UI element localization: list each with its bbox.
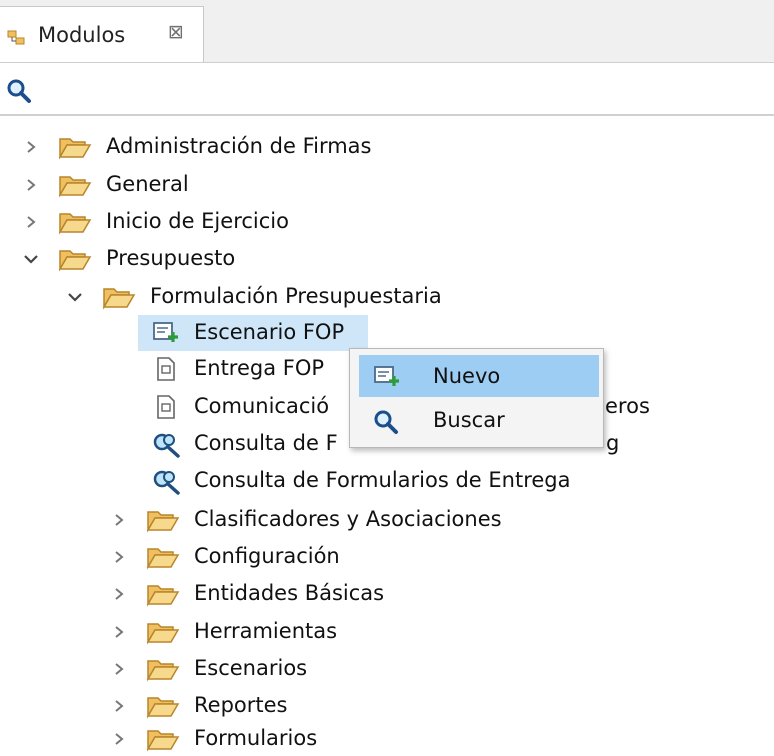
tree-node-label: Consulta de F: [194, 431, 338, 455]
tree-node-label-tail: g: [606, 431, 620, 455]
folder-open-icon: [102, 288, 136, 310]
tree-node-label-tail: eros: [605, 394, 650, 418]
filter-bar: [0, 70, 774, 116]
tree-node-entrega-fop[interactable]: Entrega FOP: [150, 352, 370, 386]
folder-open-icon: [146, 511, 180, 533]
tree-node-herramientas[interactable]: Herramientas: [108, 615, 608, 649]
new-entry-icon: [374, 366, 399, 386]
tree-node-escenario-fop[interactable]: Escenario FOP: [150, 316, 370, 350]
search-icon: [6, 78, 32, 108]
tab-title: Modulos: [38, 23, 126, 47]
tree-node-presupuesto[interactable]: Presupuesto: [20, 242, 520, 276]
chevron-right-icon[interactable]: [20, 130, 42, 164]
tree-node-label: Entidades Básicas: [194, 581, 385, 605]
menu-item-label: Nuevo: [433, 364, 501, 388]
tree-node-label: Escenarios: [194, 656, 308, 680]
folder-open-icon: [58, 213, 92, 235]
menu-item-label: Buscar: [433, 408, 505, 432]
folder-open-icon: [58, 250, 92, 272]
document-icon: [157, 357, 175, 381]
tree-node-clasificadores[interactable]: Clasificadores y Asociaciones: [108, 503, 608, 537]
menu-item-nuevo[interactable]: Nuevo: [359, 355, 599, 397]
tree-node-label: Configuración: [194, 544, 340, 568]
chevron-right-icon[interactable]: [108, 722, 130, 756]
tree-node-escenarios[interactable]: Escenarios: [108, 652, 608, 686]
folder-open-icon: [58, 138, 92, 160]
new-entry-icon: [153, 322, 178, 342]
chevron-right-icon[interactable]: [108, 540, 130, 574]
modules-view-icon: [6, 29, 28, 51]
document-icon: [157, 395, 175, 419]
chevron-right-icon[interactable]: [108, 615, 130, 649]
folder-open-icon: [146, 548, 180, 570]
tree-node-label: Formularios: [194, 726, 318, 750]
folder-open-icon: [146, 730, 180, 752]
tree-node-label: Administración de Firmas: [106, 134, 372, 158]
chevron-right-icon[interactable]: [108, 652, 130, 686]
tree-node-label: Reportes: [194, 693, 288, 717]
chevron-down-icon[interactable]: [20, 242, 42, 276]
tree-node-label: General: [106, 172, 189, 196]
chevron-right-icon[interactable]: [20, 205, 42, 239]
context-menu: Nuevo Buscar: [349, 348, 604, 448]
chevron-right-icon[interactable]: [20, 168, 42, 202]
tree-node-label: Comunicació: [194, 394, 330, 418]
tree-node-label: Presupuesto: [106, 246, 236, 270]
view-tab-bar: Modulos ⊠: [0, 0, 774, 63]
folder-open-icon: [146, 623, 180, 645]
tree-node-label: Clasificadores y Asociaciones: [194, 507, 502, 531]
tree-node-label: Escenario FOP: [194, 320, 345, 344]
tree-node-consulta-formularios-entrega[interactable]: Consulta de Formularios de Entrega: [150, 464, 670, 498]
search-binoculars-icon: [153, 433, 180, 458]
chevron-right-icon[interactable]: [108, 689, 130, 723]
tree-node-label: Consulta de Formularios de Entrega: [194, 468, 571, 492]
tree-node-label: Inicio de Ejercicio: [106, 209, 289, 233]
tree-node-label: Entrega FOP: [194, 356, 325, 380]
tree-node-label: Formulación Presupuestaria: [150, 284, 442, 308]
tree-node-label: Herramientas: [194, 619, 338, 643]
tree-node-administracion-de-firmas[interactable]: Administración de Firmas: [20, 130, 520, 164]
chevron-right-icon[interactable]: [108, 503, 130, 537]
chevron-down-icon[interactable]: [64, 280, 86, 314]
close-icon[interactable]: ⊠: [168, 21, 184, 43]
search-binoculars-icon: [153, 470, 180, 495]
tree-node-formulacion-presupuestaria[interactable]: Formulación Presupuestaria: [64, 280, 564, 314]
tree-node-configuracion[interactable]: Configuración: [108, 540, 608, 574]
tree-node-reportes[interactable]: Reportes: [108, 689, 608, 723]
tree-node-inicio-de-ejercicio[interactable]: Inicio de Ejercicio: [20, 205, 520, 239]
tab-modulos[interactable]: Modulos ⊠: [0, 6, 204, 62]
tree-node-formularios[interactable]: Formularios: [108, 722, 608, 756]
search-icon: [374, 410, 398, 434]
folder-open-icon: [58, 176, 92, 198]
chevron-right-icon[interactable]: [108, 577, 130, 611]
menu-item-buscar[interactable]: Buscar: [359, 399, 599, 441]
search-input[interactable]: [40, 76, 764, 108]
folder-open-icon: [146, 660, 180, 682]
folder-open-icon: [146, 585, 180, 607]
tree-node-entidades-basicas[interactable]: Entidades Básicas: [108, 577, 608, 611]
tree-node-general[interactable]: General: [20, 168, 520, 202]
folder-open-icon: [146, 697, 180, 719]
